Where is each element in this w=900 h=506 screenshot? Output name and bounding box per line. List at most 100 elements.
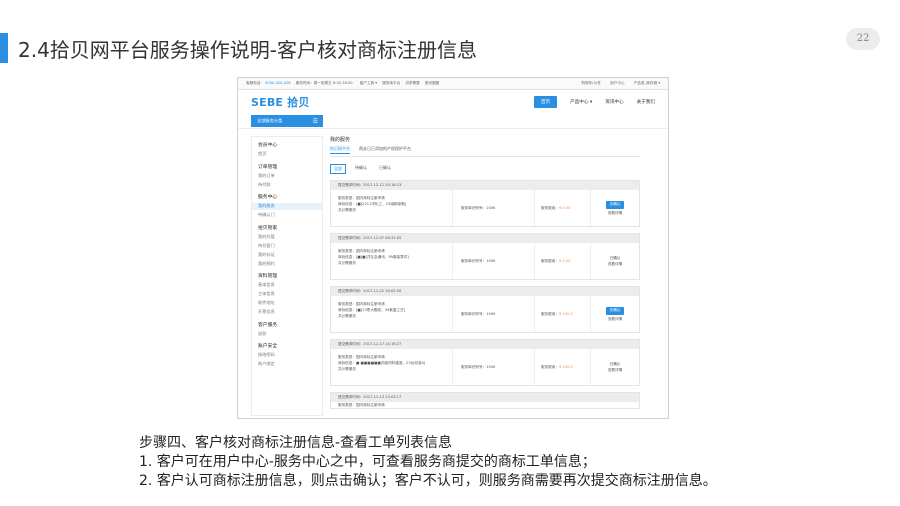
order-more: 共计需服务: [338, 367, 356, 371]
confirm-button[interactable]: 去确认: [605, 306, 625, 315]
order-actions: 去确认 查看详情: [591, 190, 639, 226]
menu-icon: ☰: [312, 117, 318, 125]
page-number-badge: 22: [846, 28, 880, 50]
topbar-link[interactable]: 供求需要: [405, 81, 419, 85]
nav-products[interactable]: 产品中心 ▾: [570, 99, 592, 105]
caption-heading: 步骤四、客户核对商标注册信息-查看工单列表信息: [139, 435, 453, 451]
order-code: 服务单识别号：1006: [453, 243, 535, 279]
confirm-button[interactable]: 去确认: [605, 200, 625, 209]
sidebar-item-pending-custody[interactable]: 待托管门: [258, 242, 316, 249]
sidebar-heading: 会员中心: [258, 143, 278, 148]
sidebar-item-account-binding[interactable]: 账户绑定: [258, 361, 316, 368]
order-service-type: 服务类型：国内商标注册申请: [338, 403, 385, 407]
order-fee-cell: 服务费用： ¥ 100.0: [535, 349, 591, 385]
site-logo[interactable]: SEBE 拾贝: [251, 94, 310, 110]
order-info: 服务类型：国内商标注册申请 商标信息：[■]13枣大棚成，39紫晶工艺] 共计需服务: [331, 296, 453, 332]
title-accent-bar: [0, 33, 8, 63]
order-info: 服务类型：国内商标注册申请 商标信息：[■]■[洋互会通讯，PA服装零件] 共计需服…: [331, 243, 453, 279]
order-card: 提交需求时间：2017-11-13 13:03:17 服务类型：国内商标注册申请: [330, 392, 640, 409]
order-fee-value: ¥ 100.0: [558, 365, 573, 369]
caption-line-1: 1. 客户可在用户中心-服务中心之中，可查看服务商提交的商标工单信息；: [139, 454, 596, 470]
order-more: 共计需服务: [338, 208, 356, 212]
order-code: 服务单识别号：1006: [453, 296, 535, 332]
order-submit-time: 提交需求时间：2017-12-07 08:31:05: [331, 234, 639, 243]
order-list: 提交需求时间：2017-12-12 20:18:13 服务类型：国内商标注册申请商…: [330, 180, 640, 409]
order-fee-value: ¥ 0.00: [558, 259, 571, 263]
order-fee-label: 服务费用：: [541, 364, 559, 369]
header-divider: [238, 128, 668, 129]
order-more: 共计需服务: [338, 314, 356, 318]
sidebar-item-home[interactable]: 首页: [258, 151, 316, 158]
sidebar-item-my-appointments[interactable]: 我的预约: [258, 260, 316, 267]
sidebar-heading: 资料管理: [258, 274, 278, 279]
sidebar-group-support: 客户服务 退款: [258, 321, 316, 338]
sidebar-item-my-evidence[interactable]: 我的存证: [258, 251, 316, 258]
order-info: 服务类型：国内商标注册申请 商标信息：[■]2011洋化工，23组和晾晒] 共计需服…: [331, 190, 453, 226]
panel-title: 我的服务: [330, 137, 351, 143]
site-topbar: 客服电话： 4000-420-426 服务时间：周一到周五 8:30-18:00…: [238, 78, 668, 90]
order-submit-time: 提交需求时间：2017-12-12 20:18:13: [331, 181, 639, 190]
order-fee-label: 服务费用：: [541, 311, 559, 316]
sidebar-item-address[interactable]: 收件地址: [258, 300, 316, 307]
sidebar-group-service: 服务中心 我的服务 待确认门: [252, 193, 322, 219]
topbar-link[interactable]: 客户工具 ▾: [360, 81, 377, 85]
order-fee-label: 服务费用：: [541, 258, 559, 263]
sidebar-heading: 服务中心: [258, 195, 278, 200]
sidebar-item-entity-info[interactable]: 主体信息: [258, 291, 316, 298]
order-card: 提交需求时间：2017-11-22 16:02:50 服务类型：国内商标注册申请商…: [330, 286, 640, 333]
user-center-link[interactable]: 用户中心: [610, 81, 624, 85]
tab-other-platforms[interactable]: 两支已已添加的产权保护平台: [359, 146, 411, 154]
order-fee-cell: 服务费用： ¥ 0.00: [535, 190, 591, 226]
status-filters: 全部 待确认 已确认: [330, 164, 640, 174]
view-details-link[interactable]: 查看详情: [608, 317, 622, 322]
topbar-link[interactable]: 股份圈圈: [425, 81, 439, 85]
order-code: 服务单识别号：1006: [453, 349, 535, 385]
sidebar-item-my-orders[interactable]: 我的订单: [258, 172, 316, 179]
order-actions: 去确认 查看详情: [591, 296, 639, 332]
filter-all[interactable]: 全部: [330, 164, 346, 174]
sidebar-item-my-services[interactable]: 我的服务: [252, 202, 322, 210]
nav-home[interactable]: 首页: [533, 96, 558, 108]
view-details-link[interactable]: 查看详情: [608, 211, 622, 216]
order-status: 已确认: [609, 255, 621, 260]
account-menu[interactable]: 产品类_碳存储 ▾: [634, 81, 660, 85]
order-submit-time: 提交需求时间：2017-11-17 14:16:27: [331, 340, 639, 349]
nav-news[interactable]: 资讯中心: [605, 99, 623, 105]
order-submit-time: 提交需求时间：2017-11-13 13:03:17: [331, 393, 639, 402]
sidebar-group-profile: 资料管理 基本信息 主体信息 收件地址 开票信息: [258, 272, 316, 316]
nav-about[interactable]: 关于我们: [637, 99, 655, 105]
order-actions: 已确认 查看详情: [591, 243, 639, 279]
sidebar-item-pending-payment[interactable]: 待付款: [258, 181, 316, 188]
sidebar-item-my-custody[interactable]: 我的托管: [258, 233, 316, 240]
tab-sebe-platform[interactable]: 拾贝网平台: [330, 146, 350, 154]
slide: 2.4拾贝网平台服务操作说明-客户核对商标注册信息 22 客服电话： 4000-…: [0, 0, 900, 506]
caption-line-2: 2. 客户认可商标注册信息，则点击确认；客户不认可，则服务商需要再次提交商标注册…: [139, 473, 717, 489]
order-fee-value: ¥ 0.00: [558, 206, 571, 210]
sidebar-item-basic-info[interactable]: 基本信息: [258, 282, 316, 289]
order-status: 已确认: [609, 361, 621, 366]
sidebar-item-change-password[interactable]: 修改密码: [258, 352, 316, 359]
sidebar-group-security: 账户安全 修改密码 账户绑定: [258, 342, 316, 368]
order-body: 服务类型：国内商标注册申请 商标信息：■ ■■■■■■词组材料建造，23台泡泡A]…: [331, 349, 639, 385]
topbar-link[interactable]: 服务商平台: [382, 81, 400, 85]
sidebar-item-pending-confirm[interactable]: 待确认门: [258, 212, 316, 219]
filter-pending[interactable]: 待确认: [352, 164, 370, 174]
order-card: 提交需求时间：2017-12-07 08:31:05 服务类型：国内商标注册申请商…: [330, 233, 640, 280]
sidebar-item-invoice[interactable]: 开票信息: [258, 309, 316, 316]
order-code: 服务单识别号：1006: [453, 190, 535, 226]
view-details-link[interactable]: 查看详情: [608, 262, 622, 267]
order-submit-time: 提交需求时间：2017-11-22 16:02:50: [331, 287, 639, 296]
view-details-link[interactable]: 查看详情: [608, 368, 622, 373]
sidebar-group-member: 会员中心 首页: [258, 141, 316, 158]
all-categories-button[interactable]: 全部服务分类 ☰: [251, 115, 323, 127]
filter-confirmed[interactable]: 已确认: [376, 164, 394, 174]
order-body: 服务类型：国内商标注册申请 商标信息：[■]■[洋互会通讯，PA服装零件] 共计需服…: [331, 243, 639, 279]
order-fee-cell: 服务费用： ¥ 0.00: [535, 243, 591, 279]
topbar-hours: 服务时间：周一到周五 8:30-18:00: [295, 81, 353, 85]
website-screenshot: 客服电话： 4000-420-426 服务时间：周一到周五 8:30-18:00…: [237, 77, 669, 419]
sidebar-item-refund[interactable]: 退款: [258, 330, 316, 337]
order-actions: 已确认 查看详情: [591, 349, 639, 385]
order-info: 服务类型：国内商标注册申请 商标信息：■ ■■■■■■词组材料建造，23台泡泡A]…: [331, 349, 453, 385]
sidebar-group-steward: 拾贝管家 我的托管 待托管门 我的存证 我的预约: [258, 224, 316, 268]
cart-link[interactable]: 购物车(0)件: [582, 81, 601, 85]
